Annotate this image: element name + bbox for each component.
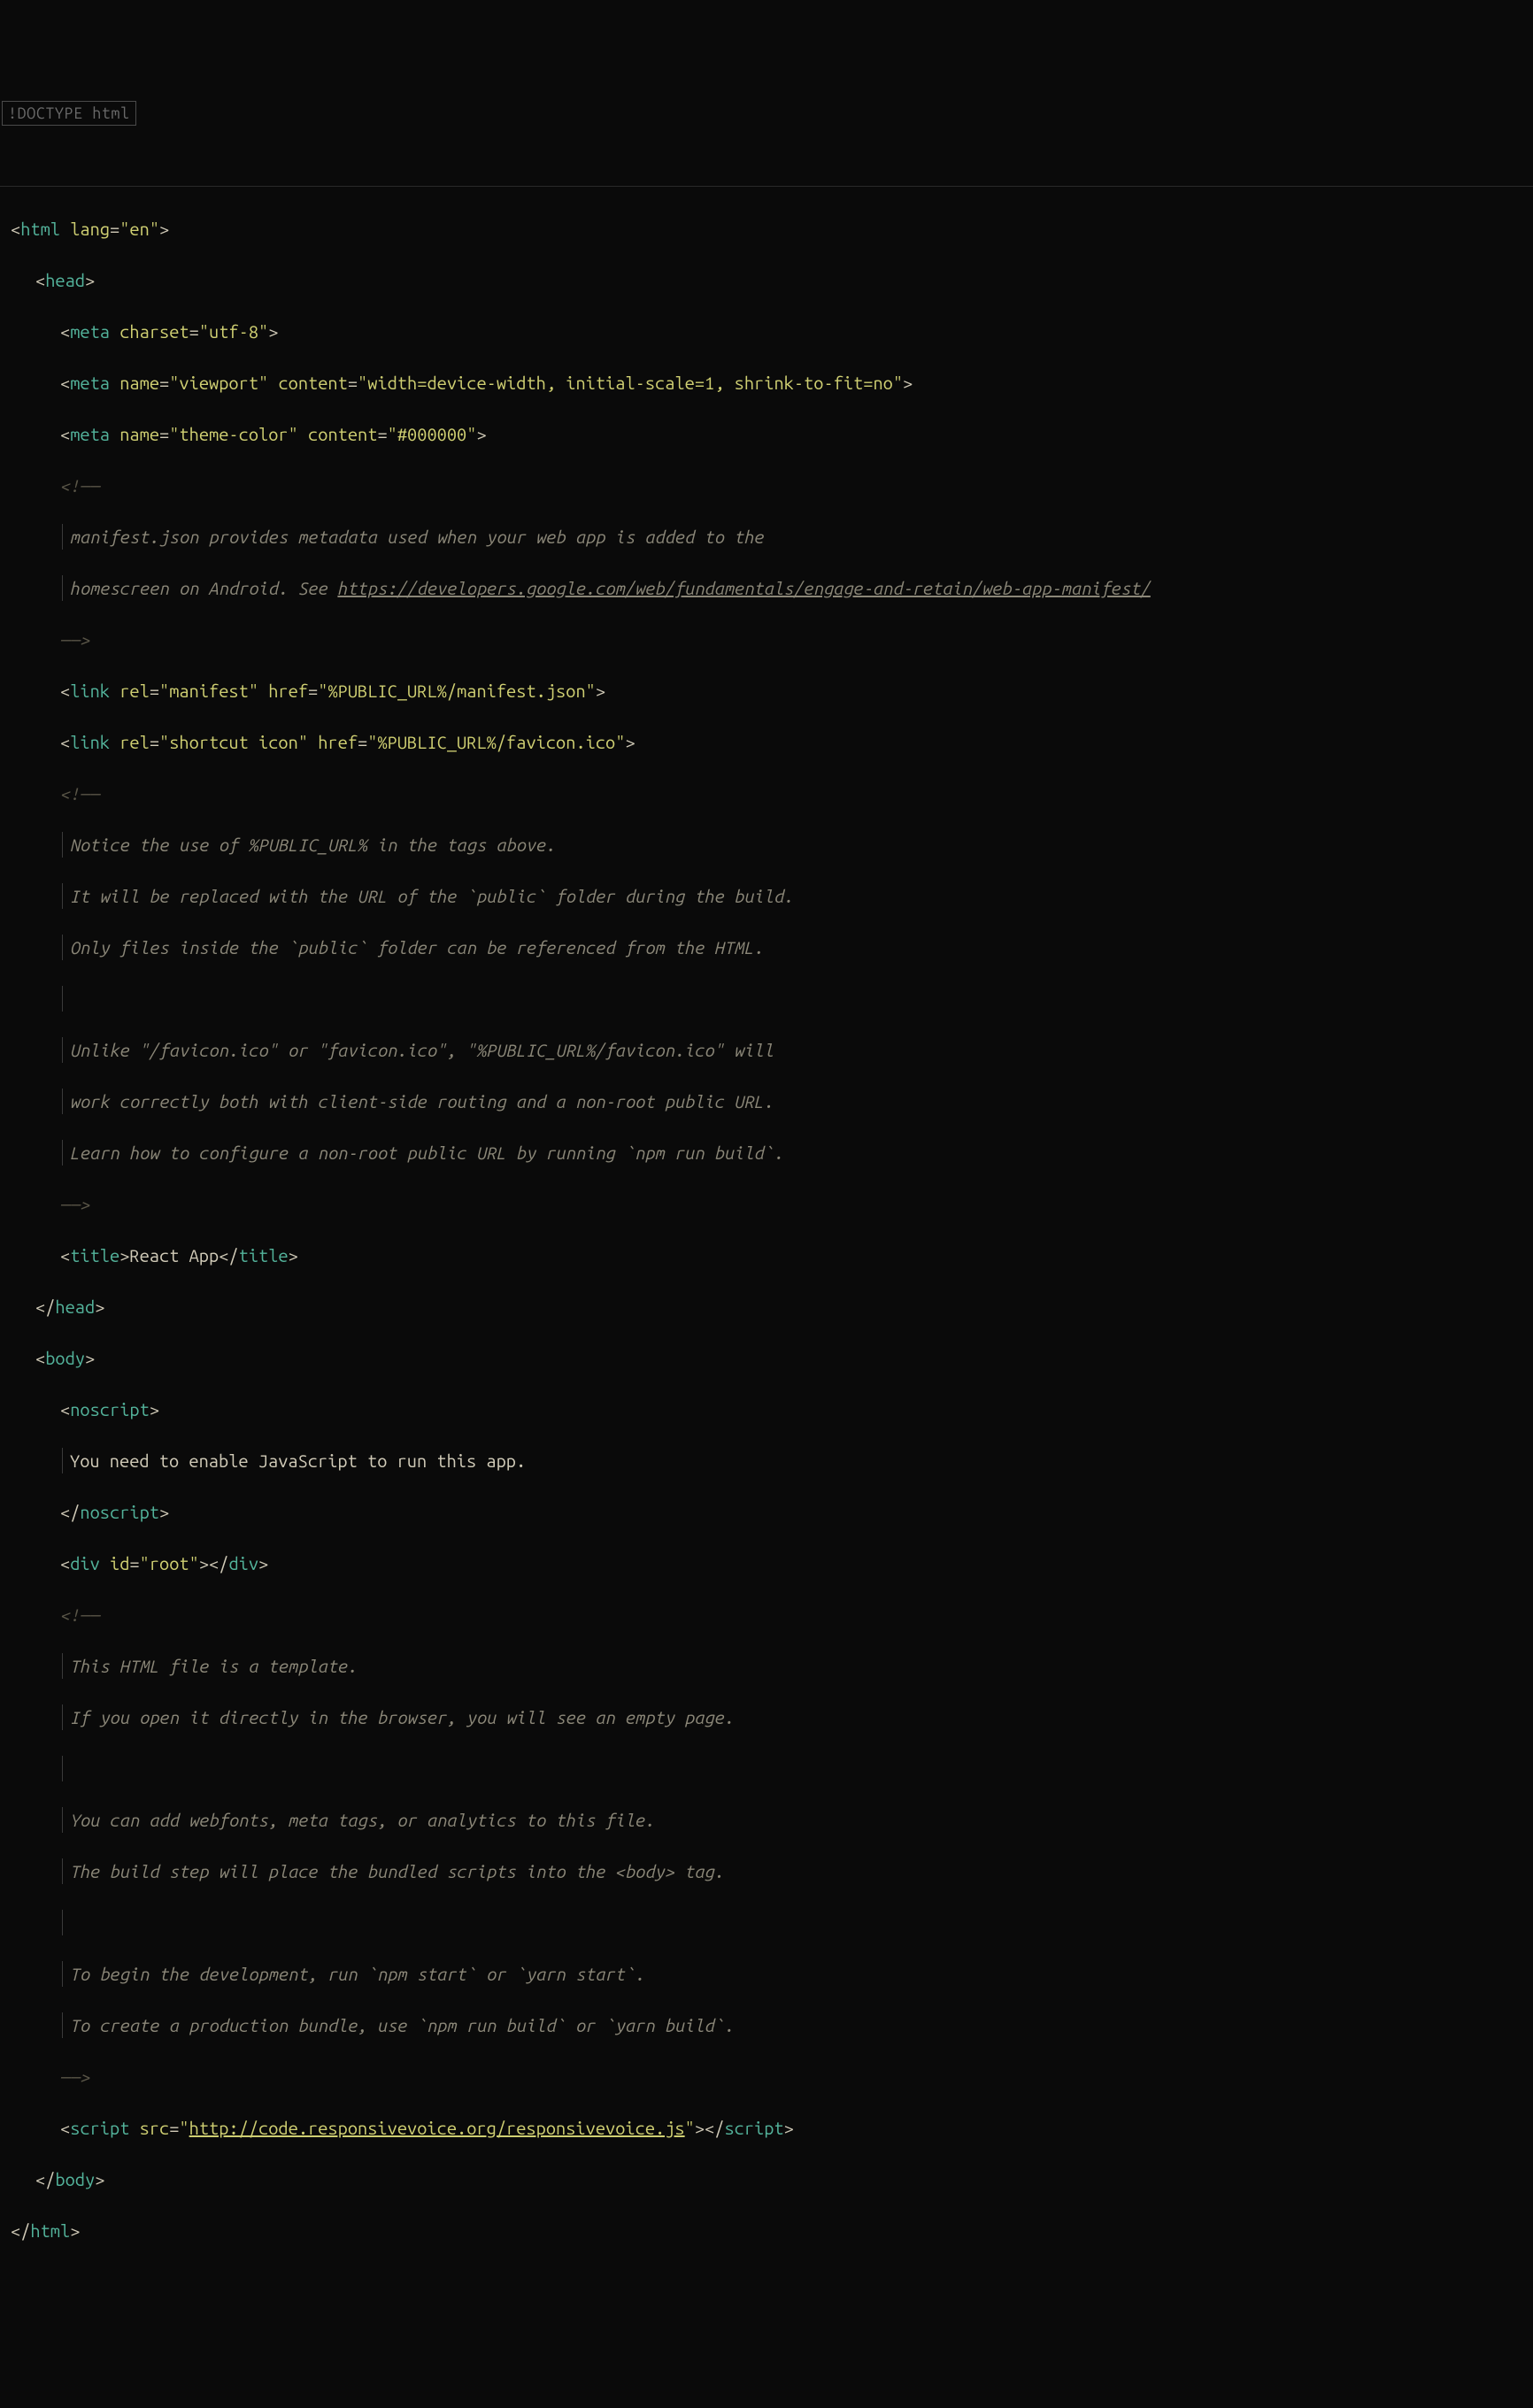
code-editor[interactable]: <html lang="en"> <head> <meta charset="u… [0, 186, 1533, 2280]
code-line: </html> [11, 2218, 1522, 2243]
comment-line: Notice the use of %PUBLIC_URL% in the ta… [11, 832, 1522, 858]
code-line: <body> [11, 1345, 1522, 1371]
comment-line [11, 1756, 1522, 1781]
tab-bar: !DOCTYPE html [0, 103, 1533, 119]
comment-close: ——> [11, 1191, 1522, 1217]
comment-line: Only files inside the `public` folder ca… [11, 935, 1522, 960]
code-line: <meta charset="utf-8"> [11, 319, 1522, 344]
code-line: You need to enable JavaScript to run thi… [11, 1448, 1522, 1473]
comment-close: ——> [11, 2064, 1522, 2089]
code-line: <title>React App</title> [11, 1242, 1522, 1268]
comment-line: It will be replaced with the URL of the … [11, 883, 1522, 909]
code-line: <noscript> [11, 1396, 1522, 1422]
tab-stub[interactable]: !DOCTYPE html [2, 101, 136, 126]
comment-line: The build step will place the bundled sc… [11, 1858, 1522, 1884]
comment-link[interactable]: https://developers.google.com/web/fundam… [337, 578, 1150, 598]
code-line: <link rel="shortcut icon" href="%PUBLIC_… [11, 729, 1522, 755]
code-line: <meta name="viewport" content="width=dev… [11, 370, 1522, 396]
code-line: </noscript> [11, 1499, 1522, 1525]
comment-close: ——> [11, 627, 1522, 652]
comment-open: <!—— [11, 473, 1522, 498]
code-line: </head> [11, 1294, 1522, 1319]
tab-label: !DOCTYPE html [8, 104, 130, 122]
comment-open: <!—— [11, 781, 1522, 806]
code-line: <script src="http://code.responsivevoice… [11, 2115, 1522, 2141]
comment-line: You can add webfonts, meta tags, or anal… [11, 1807, 1522, 1833]
code-line: <html lang="en"> [11, 216, 1522, 242]
comment-line: manifest.json provides metadata used whe… [11, 524, 1522, 550]
comment-line: To create a production bundle, use `npm … [11, 2012, 1522, 2038]
comment-line [11, 1910, 1522, 1935]
code-line: </body> [11, 2166, 1522, 2192]
comment-line: This HTML file is a template. [11, 1653, 1522, 1679]
comment-line: If you open it directly in the browser, … [11, 1704, 1522, 1730]
code-line: <div id="root"></div> [11, 1550, 1522, 1576]
comment-line: work correctly both with client-side rou… [11, 1089, 1522, 1114]
code-line: <link rel="manifest" href="%PUBLIC_URL%/… [11, 678, 1522, 704]
code-line: <meta name="theme-color" content="#00000… [11, 421, 1522, 447]
url-link[interactable]: http://code.responsivevoice.org/responsi… [189, 2118, 685, 2138]
comment-line [11, 986, 1522, 1012]
comment-line: homescreen on Android. See https://devel… [11, 575, 1522, 601]
comment-open: <!—— [11, 1602, 1522, 1627]
code-line: <head> [11, 267, 1522, 293]
comment-line: Unlike "/favicon.ico" or "favicon.ico", … [11, 1037, 1522, 1063]
comment-line: Learn how to configure a non-root public… [11, 1140, 1522, 1166]
comment-line: To begin the development, run `npm start… [11, 1961, 1522, 1987]
